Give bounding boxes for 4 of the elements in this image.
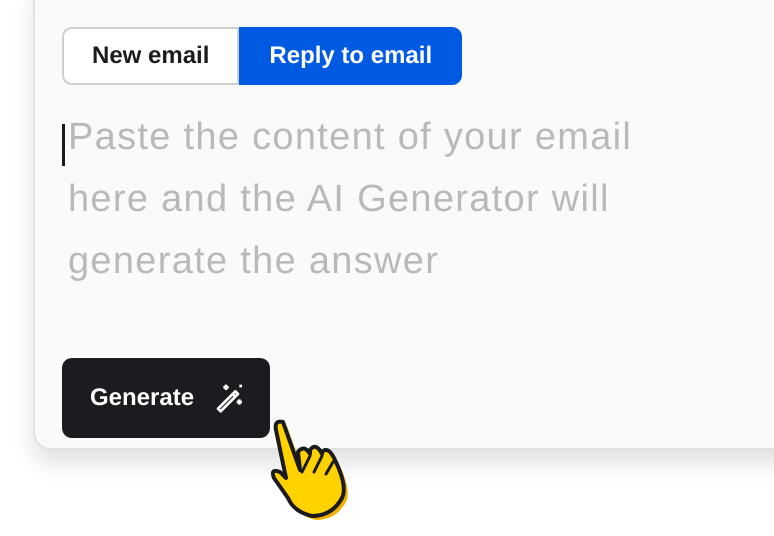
text-cursor — [62, 124, 65, 166]
generate-button[interactable]: Generate — [62, 358, 270, 438]
tab[interactable]: New email — [62, 27, 240, 85]
tab[interactable]: Reply to email — [239, 27, 462, 85]
